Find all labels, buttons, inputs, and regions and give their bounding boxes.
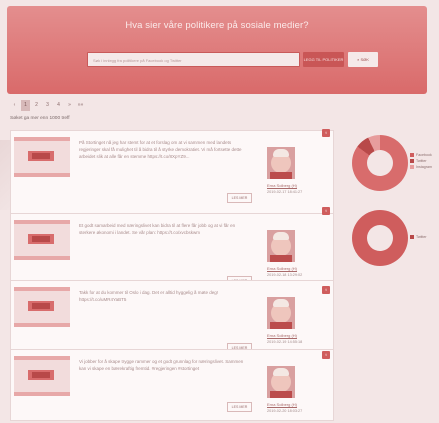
twitter-icon: t xyxy=(322,351,330,359)
pagination-page[interactable]: 3 xyxy=(43,100,52,111)
post-thumbnail xyxy=(14,137,70,177)
twitter-icon: t xyxy=(322,286,330,294)
poster-name-link[interactable]: Erna Solberg (H) xyxy=(267,266,297,271)
page-title: Hva sier våre politikere på sosiale medi… xyxy=(125,20,309,31)
avatar xyxy=(267,366,295,398)
avatar xyxy=(267,230,295,262)
post-text: På Stortinget nå jeg har stemt for at et… xyxy=(79,140,242,159)
post-date: 2019-02-19 14:55:18 xyxy=(267,340,303,344)
pagination-page[interactable]: 4 xyxy=(54,100,63,111)
poster-name-link[interactable]: Erna Solberg (H) xyxy=(267,183,297,188)
pagination-next[interactable]: » xyxy=(65,100,74,111)
post-card: Vi jobber for å skape trygge rammer og e… xyxy=(10,349,334,421)
pagination-last[interactable]: »» xyxy=(76,100,85,111)
post-text: Vi jobber for å skape trygge rammer og e… xyxy=(79,359,244,371)
post-card: På Stortinget nå jeg har stemt for at et… xyxy=(10,130,334,214)
pagination-page[interactable]: 1 xyxy=(21,100,30,111)
chart-legend: Twitter xyxy=(410,234,427,240)
post-date: 2019-02-20 18:03:27 xyxy=(267,409,303,413)
pagination-page[interactable]: 2 xyxy=(32,100,41,111)
legend-label: Twitter xyxy=(416,235,427,239)
post-date: 2019-02-17 18:41:27 xyxy=(267,190,303,194)
pagination: ‹ 1 2 3 4 » »» xyxy=(10,100,85,112)
read-more-button[interactable]: LES MER xyxy=(227,402,252,412)
avatar xyxy=(267,147,295,179)
twitter-icon: t xyxy=(322,129,330,137)
post-thumbnail xyxy=(14,356,70,396)
search-input[interactable]: Søk i innlegg fra politikere på Facebook… xyxy=(87,52,300,67)
legend-label: Instagram xyxy=(416,165,432,169)
twitter-icon: t xyxy=(322,207,330,215)
post-thumbnail xyxy=(14,287,70,327)
post-date: 2019-02-18 13:29:02 xyxy=(267,273,303,277)
search-button-label: SØK xyxy=(360,57,369,62)
hero-banner: Hva sier våre politikere på sosiale medi… xyxy=(7,6,427,94)
add-politician-button[interactable]: LEGG TIL POLITIKER xyxy=(303,52,344,67)
poster-name-link[interactable]: Erna Solberg (H) xyxy=(267,333,297,338)
poster-name-link[interactable]: Erna Solberg (H) xyxy=(267,402,297,407)
post-text: Et godt samarbeid med næringslivet kan b… xyxy=(79,223,236,235)
platform-donut-chart xyxy=(352,210,408,266)
avatar xyxy=(267,297,295,329)
read-more-button[interactable]: LES MER xyxy=(227,193,252,203)
chart-legend: Facebook Twitter Instagram xyxy=(410,152,432,170)
search-icon: ⌕ xyxy=(357,57,360,62)
search-button[interactable]: ⌕ SØK xyxy=(348,52,378,67)
platform-donut-chart xyxy=(352,135,408,191)
post-text: Takk for at du kommer til Oslo i dag. De… xyxy=(79,290,219,302)
post-thumbnail xyxy=(14,220,70,260)
pagination-prev[interactable]: ‹ xyxy=(10,100,19,111)
results-summary: Søket ga mer enn 1000 treff xyxy=(10,116,70,121)
